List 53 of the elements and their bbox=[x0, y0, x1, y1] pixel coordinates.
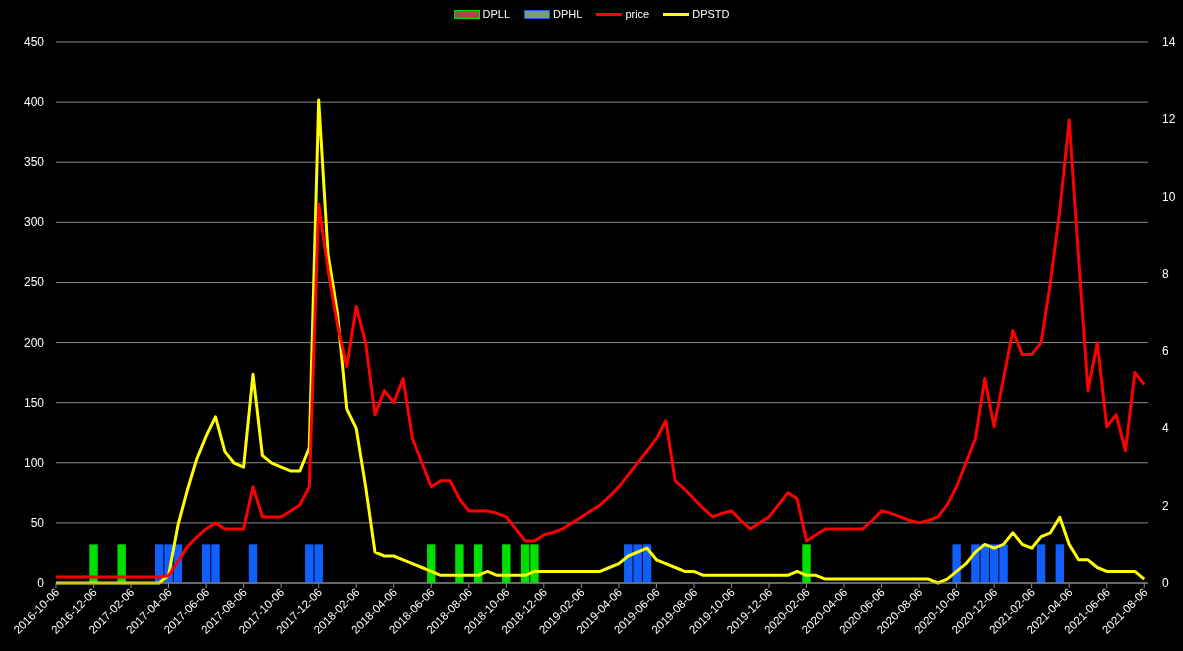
axis-tick-label: 300 bbox=[23, 215, 44, 230]
legend-line-icon bbox=[596, 12, 623, 16]
indicator-bar bbox=[999, 544, 1008, 583]
indicator-bar bbox=[211, 544, 220, 583]
axis-tick-label: 450 bbox=[23, 35, 44, 49]
indicator-bar bbox=[502, 544, 511, 583]
indicator-bar bbox=[989, 544, 999, 583]
axis-tick-label: 50 bbox=[30, 515, 44, 530]
indicator-bar bbox=[1036, 544, 1046, 583]
axis-tick-label: 0 bbox=[1162, 576, 1169, 590]
indicator-bar bbox=[802, 544, 811, 583]
indicator-bar bbox=[633, 544, 642, 583]
indicator-bar bbox=[971, 544, 980, 583]
axis-tick-label: 250 bbox=[23, 275, 44, 290]
axis-tick-label: 0 bbox=[37, 576, 44, 590]
axis-tick-label: 2 bbox=[1162, 498, 1169, 513]
indicator-bar bbox=[530, 544, 539, 583]
legend-label: price bbox=[625, 8, 650, 20]
axis-tick-label: 6 bbox=[1162, 344, 1169, 359]
indicator-bar bbox=[624, 544, 633, 583]
axis-tick-label: 14 bbox=[1162, 35, 1176, 49]
legend-swatch-icon bbox=[453, 9, 480, 19]
axis-tick-label: 12 bbox=[1162, 112, 1176, 127]
indicator-bar bbox=[427, 544, 436, 583]
axis-tick-label: 150 bbox=[23, 395, 44, 410]
axis-tick-label: 10 bbox=[1162, 189, 1176, 204]
indicator-bar bbox=[248, 544, 258, 583]
legend-label: DPLL bbox=[482, 8, 511, 20]
indicator-bar bbox=[1055, 544, 1064, 583]
indicator-bar bbox=[520, 544, 530, 583]
indicator-bar bbox=[642, 544, 652, 583]
axis-tick-label: 350 bbox=[23, 155, 44, 170]
indicator-bar bbox=[980, 544, 989, 583]
legend-label: DPSTD bbox=[692, 8, 730, 20]
axis-tick-label: 200 bbox=[23, 335, 44, 350]
legend-label: DPHL bbox=[553, 8, 583, 20]
indicator-bar bbox=[952, 544, 961, 583]
indicator-bar bbox=[155, 544, 164, 583]
indicator-bar bbox=[173, 544, 183, 583]
axis-tick-label: 100 bbox=[23, 455, 44, 470]
indicator-bar bbox=[455, 544, 464, 583]
indicator-bar bbox=[473, 544, 483, 583]
indicator-bar bbox=[305, 544, 314, 583]
axis-tick-label: 8 bbox=[1162, 266, 1169, 281]
indicator-bar bbox=[89, 544, 98, 583]
indicator-bar bbox=[117, 544, 126, 583]
legend-line-icon bbox=[663, 12, 690, 16]
indicator-bar bbox=[164, 544, 173, 583]
axis-tick-label: 4 bbox=[1162, 421, 1169, 436]
axis-tick-label: 400 bbox=[23, 95, 44, 110]
indicator-bar bbox=[201, 544, 211, 583]
indicator-bar bbox=[314, 544, 323, 583]
legend-swatch-icon bbox=[524, 9, 551, 19]
